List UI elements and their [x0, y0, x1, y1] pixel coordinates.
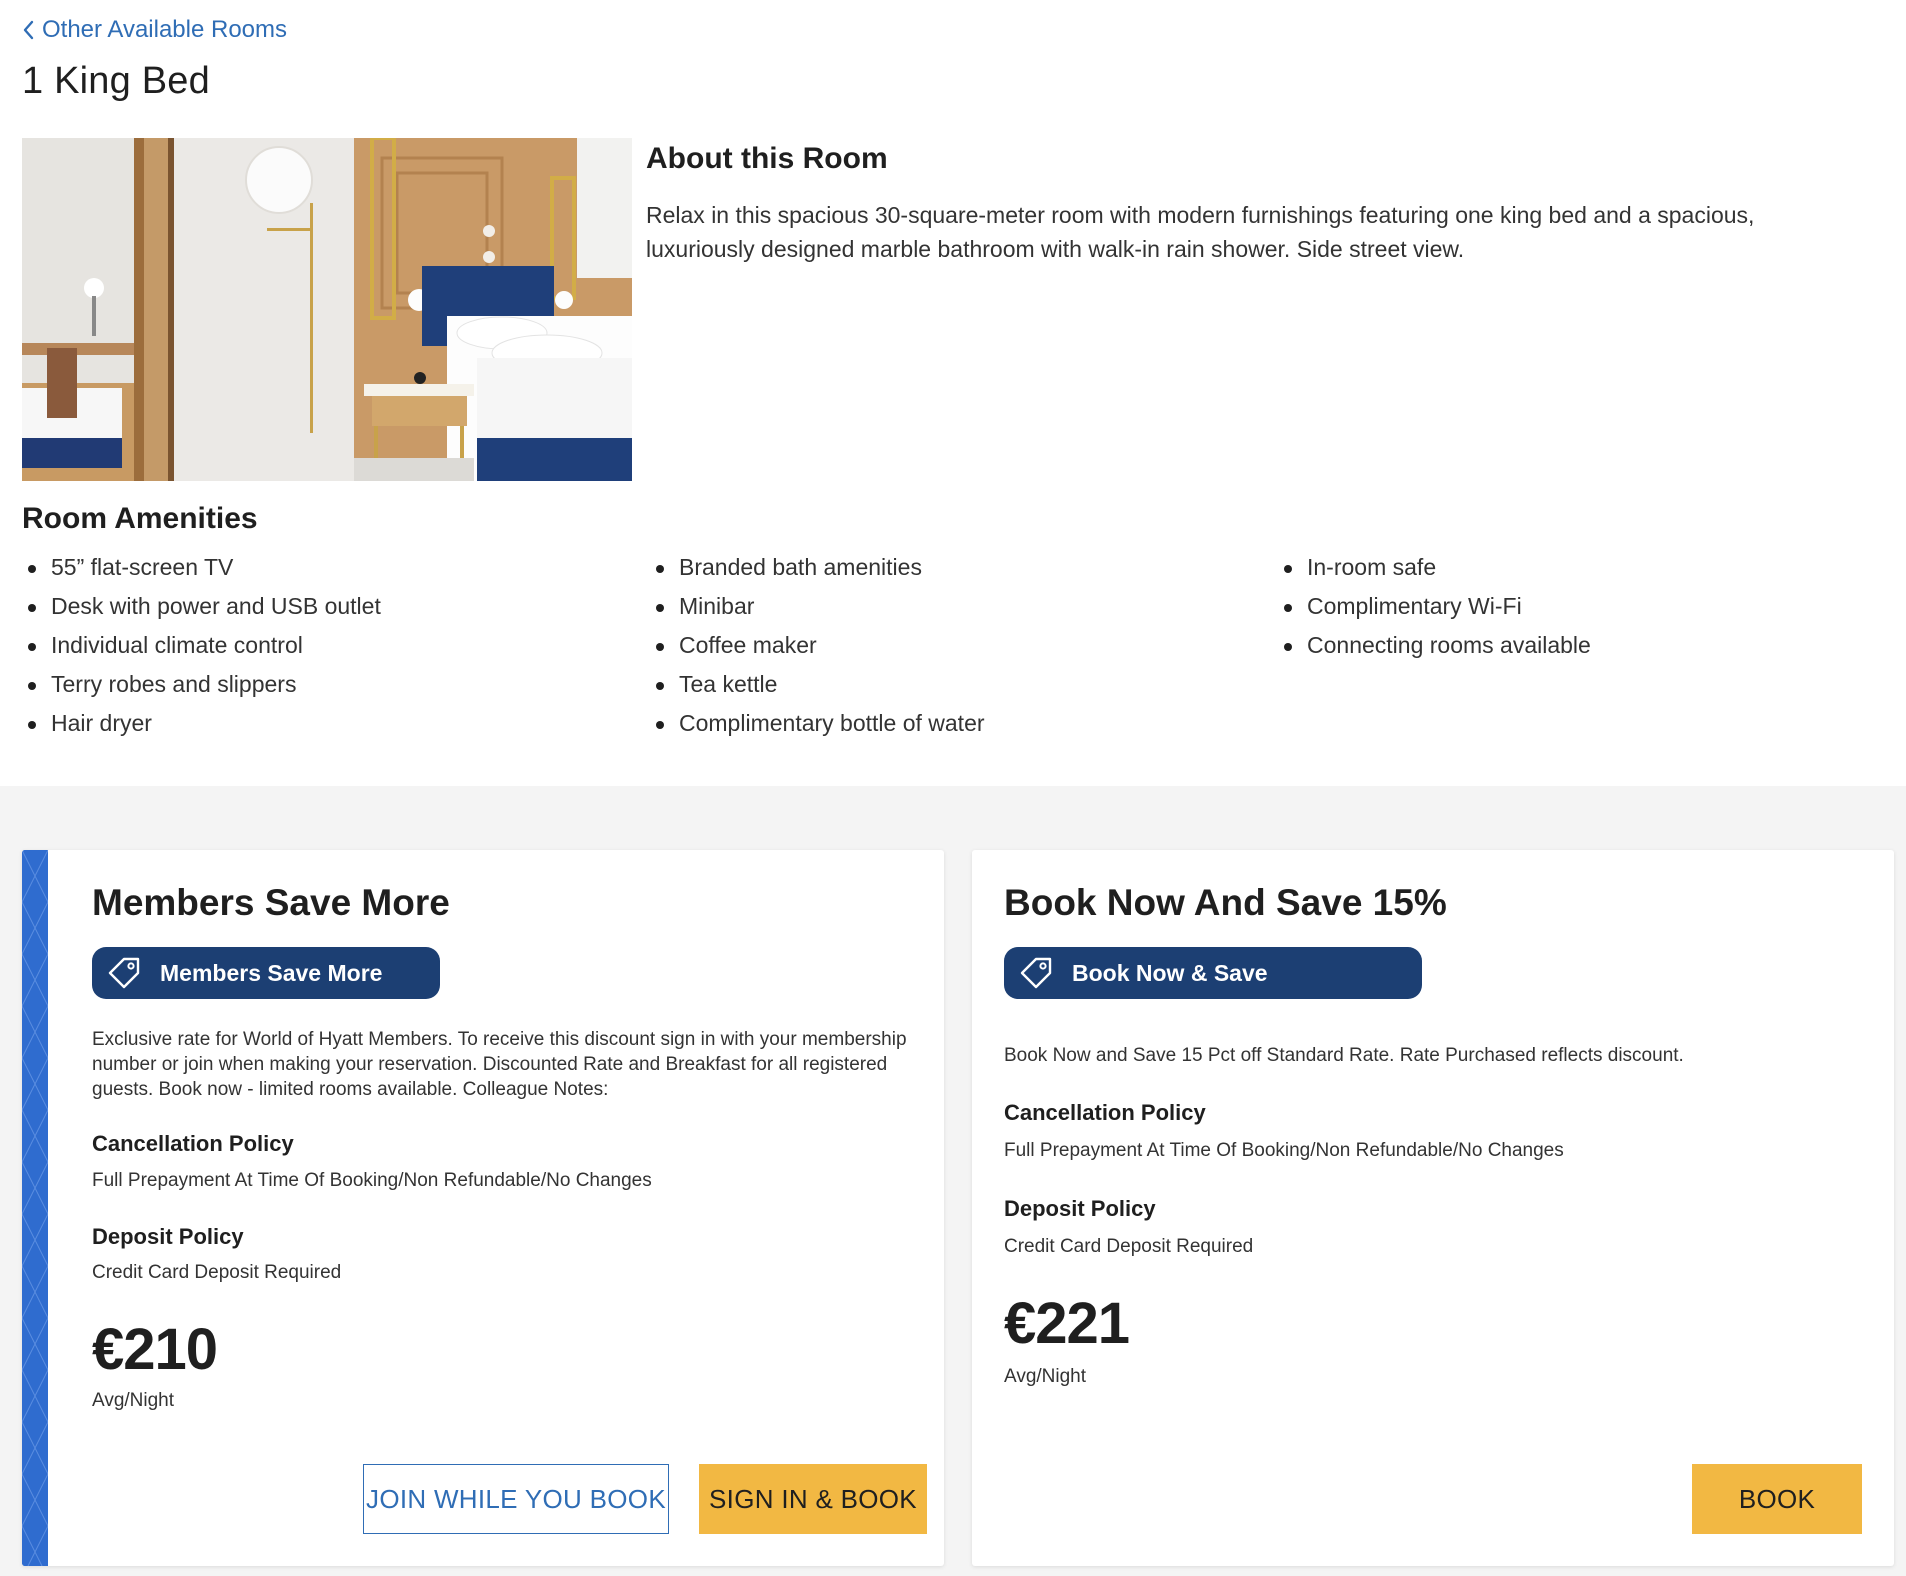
amenity-item: Minibar: [650, 587, 985, 626]
about-room-text: Relax in this spacious 30-square-meter r…: [646, 202, 1755, 262]
amenity-item: Terry robes and slippers: [22, 665, 381, 704]
cancellation-policy-heading: Cancellation Policy: [92, 1131, 294, 1156]
price-tag-icon: [1020, 957, 1052, 989]
rate-price-unit: Avg/Night: [92, 1390, 175, 1411]
amenity-item: Connecting rooms available: [1278, 626, 1591, 665]
rate-price: €221: [1004, 1291, 1130, 1356]
amenities-list-col2: Branded bath amenities Minibar Coffee ma…: [650, 548, 985, 743]
room-title: 1 King Bed: [22, 60, 210, 102]
about-room-heading: About this Room: [646, 142, 888, 175]
cancellation-policy-text: Full Prepayment At Time Of Booking/Non R…: [92, 1170, 652, 1191]
deposit-policy-text: Credit Card Deposit Required: [92, 1262, 342, 1283]
amenity-item: In-room safe: [1278, 548, 1591, 587]
deposit-policy-heading: Deposit Policy: [1004, 1196, 1156, 1221]
amenity-item: Individual climate control: [22, 626, 381, 665]
deposit-policy-text: Credit Card Deposit Required: [1004, 1236, 1254, 1257]
rate-badge: Book Now & Save: [1004, 947, 1422, 999]
member-stripe: [22, 850, 48, 1566]
book-button[interactable]: BOOK: [1692, 1464, 1862, 1534]
amenity-item: Desk with power and USB outlet: [22, 587, 381, 626]
cancellation-policy-text: Full Prepayment At Time Of Booking/Non R…: [1004, 1140, 1564, 1161]
price-tag-icon: [108, 957, 140, 989]
room-photo: [22, 138, 632, 481]
amenity-item: Hair dryer: [22, 704, 381, 743]
room-details-section: Other Available Rooms 1 King Bed About t…: [0, 0, 1906, 786]
rate-price: €210: [92, 1317, 218, 1382]
amenities-list-col3: In-room safe Complimentary Wi-Fi Connect…: [1278, 548, 1591, 665]
back-to-rooms-link[interactable]: Other Available Rooms: [22, 16, 287, 44]
amenity-item: Coffee maker: [650, 626, 985, 665]
rate-title: Book Now And Save 15%: [1004, 882, 1447, 923]
cancellation-policy-heading: Cancellation Policy: [1004, 1100, 1206, 1125]
amenities-list-col1: 55” flat-screen TV Desk with power and U…: [22, 548, 381, 743]
rate-title: Members Save More: [92, 882, 450, 923]
rate-card-book-now: Book Now And Save 15% Book Now & Save Bo…: [972, 850, 1894, 1566]
rate-price-unit: Avg/Night: [1004, 1366, 1087, 1387]
amenity-item: Branded bath amenities: [650, 548, 985, 587]
rate-card-members: Members Save More Members Save More Excl…: [22, 850, 944, 1566]
amenity-item: Complimentary bottle of water: [650, 704, 985, 743]
amenity-item: Tea kettle: [650, 665, 985, 704]
amenities-heading: Room Amenities: [22, 502, 258, 535]
deposit-policy-heading: Deposit Policy: [92, 1224, 244, 1249]
amenity-item: 55” flat-screen TV: [22, 548, 381, 587]
join-while-you-book-button[interactable]: JOIN WHILE YOU BOOK: [363, 1464, 669, 1534]
rate-badge-label: Book Now & Save: [1072, 959, 1268, 986]
chevron-left-icon: [23, 20, 34, 40]
rate-badge-label: Members Save More: [160, 959, 383, 986]
rate-description: Book Now and Save 15 Pct off Standard Ra…: [1004, 1045, 1684, 1066]
rate-badge: Members Save More: [92, 947, 440, 999]
amenity-item: Complimentary Wi-Fi: [1278, 587, 1591, 626]
back-link-label: Other Available Rooms: [42, 16, 288, 43]
sign-in-and-book-button[interactable]: SIGN IN & BOOK: [699, 1464, 927, 1534]
rate-description: Exclusive rate for World of Hyatt Member…: [92, 1029, 907, 1100]
